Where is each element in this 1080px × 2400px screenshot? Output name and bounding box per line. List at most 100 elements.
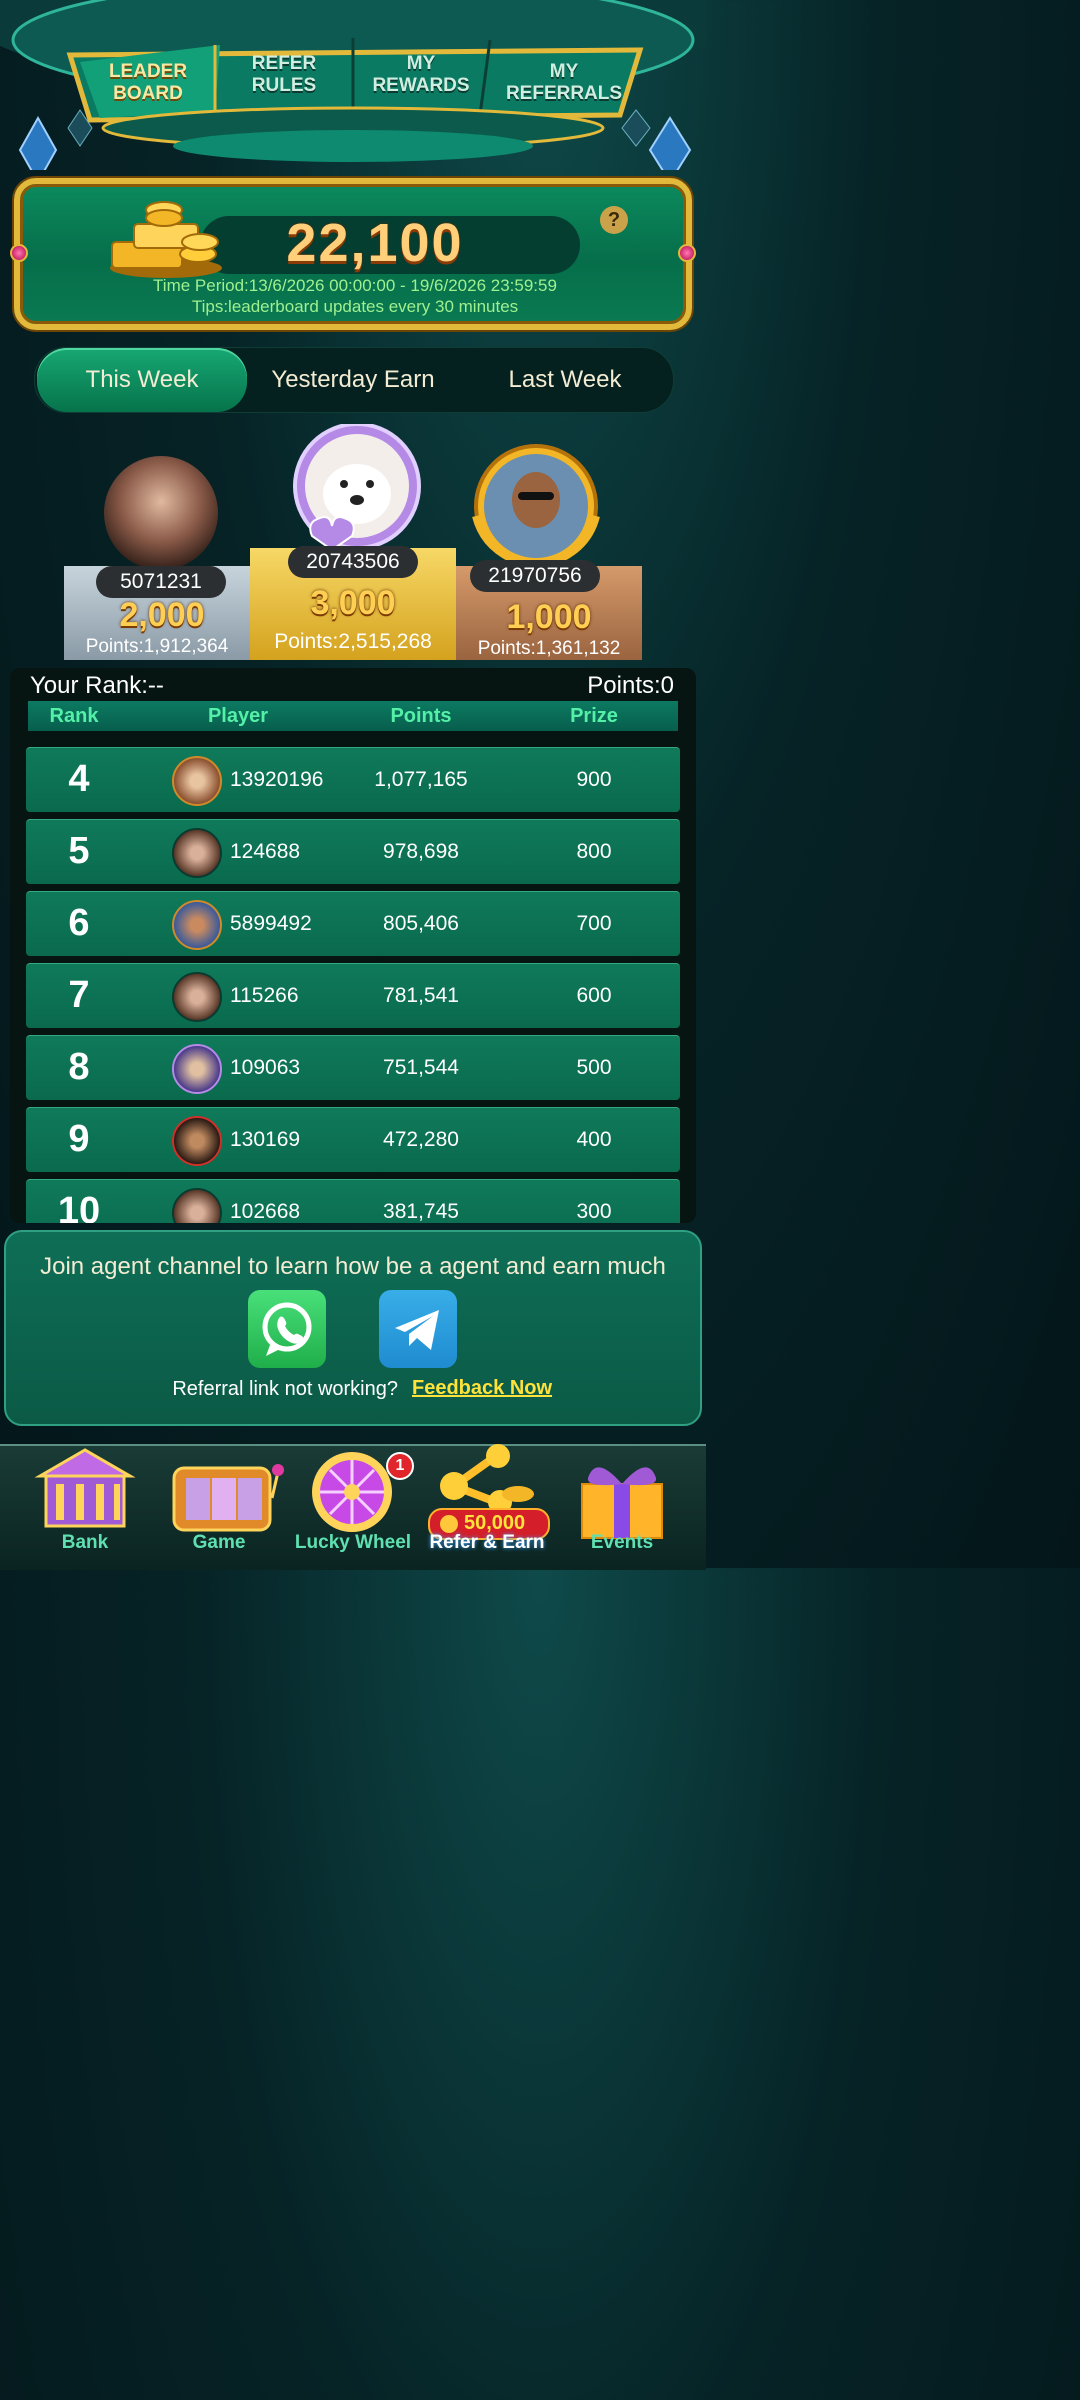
row-rank: 4 [68,758,90,800]
header-points: Points [390,705,452,727]
player-id-third: 21970756 [470,560,600,592]
nav-bank[interactable]: Bank [30,1532,140,1554]
crown-frame-icon [293,424,421,552]
period-tabs: This Week Yesterday Earn Last Week [34,347,674,413]
time-period: Time Period:13/6/2026 00:00:00 - 19/6/20… [153,276,557,295]
tab-my-referrals-line1: MY [549,61,579,82]
tab-last-week[interactable]: Last Week [465,348,665,412]
tab-refer-rules-line1: REFER [251,53,317,74]
row-avatar [172,900,222,950]
gem-icon [678,244,696,262]
tab-leaderboard-line2: BOARD [113,83,183,104]
gem-icon [10,244,28,262]
table-row[interactable]: 9 130169 472,280 400 [26,1107,680,1172]
tab-leaderboard-line1: LEADER [108,61,188,82]
laurel-frame-icon [472,444,600,568]
row-prize: 400 [576,1128,612,1151]
join-text: Join agent channel to learn how be a age… [40,1253,666,1280]
row-rank: 6 [68,902,90,944]
slot-machine-icon [172,1464,284,1532]
row-avatar [172,972,222,1022]
tab-this-week[interactable]: This Week [37,348,247,412]
tab-my-rewards-line1: MY [406,53,436,74]
nav-refer-earn[interactable]: Refer & Earn [414,1532,560,1554]
help-icon[interactable]: ? [600,206,628,234]
table-row[interactable]: 6 5899492 805,406 700 [26,891,680,956]
row-player: 115266 [230,984,299,1007]
points-second: Points:1,912,364 [85,636,229,657]
total-score: 22,100 [286,213,464,273]
row-rank: 8 [68,1046,90,1088]
row-points: 751,544 [383,1056,459,1079]
tab-refer-rules-line2: RULES [251,75,317,96]
row-rank: 7 [68,974,90,1016]
nav-lucky-wheel[interactable]: Lucky Wheel [286,1532,420,1554]
referral-question: Referral link not working? [172,1378,398,1400]
row-player: 13920196 [230,768,324,791]
header-rank: Rank [49,705,99,727]
player-id-second: 5071231 [96,566,226,598]
tab-leaderboard[interactable]: LEADER BOARD [96,58,200,108]
feedback-link[interactable]: Feedback Now [412,1377,552,1400]
row-prize: 700 [576,912,612,935]
table-row-clip: 10 102668 381,745 300 [26,1179,680,1223]
row-prize: 600 [576,984,612,1007]
row-points: 978,698 [383,840,459,863]
table-row[interactable]: 4 13920196 1,077,165 900 [26,747,680,812]
row-rank: 9 [68,1118,90,1160]
tab-my-rewards-line2: REWARDS [372,75,470,96]
lucky-wheel-badge: 1 [386,1452,414,1480]
whatsapp-button[interactable] [248,1290,326,1368]
tips-text: Tips:leaderboard updates every 30 minute… [191,297,519,316]
row-player: 102668 [230,1200,301,1223]
row-prize: 900 [576,768,612,791]
row-player: 130169 [230,1128,301,1151]
player-id-first: 20743506 [288,546,418,578]
prize-second: 2,000 [119,596,205,634]
points-third: Points:1,361,132 [477,638,621,659]
whatsapp-icon [262,1302,312,1356]
row-avatar [172,1188,222,1223]
tab-my-referrals-line2: REFERRALS [505,83,623,104]
row-player: 124688 [230,840,301,863]
row-prize: 800 [576,840,612,863]
row-points: 472,280 [383,1128,459,1151]
tab-my-referrals[interactable]: MY REFERRALS [496,58,632,108]
prize-third: 1,000 [506,598,592,636]
row-avatar [172,1044,222,1094]
coin-icon [440,1515,458,1533]
table-header: Rank Player Points Prize [28,701,678,731]
table-row[interactable]: 10 102668 381,745 300 [26,1179,680,1223]
table-row[interactable]: 5 124688 978,698 800 [26,819,680,884]
row-player: 5899492 [230,912,312,935]
row-points: 805,406 [383,912,459,935]
prize-first: 3,000 [310,584,396,622]
telegram-icon [395,1310,439,1350]
row-avatar [172,828,222,878]
tab-my-rewards[interactable]: MY REWARDS [362,50,480,100]
bank-icon [34,1448,136,1528]
row-rank: 5 [68,830,90,872]
table-row[interactable]: 7 115266 781,541 600 [26,963,680,1028]
table-row[interactable]: 8 109063 751,544 500 [26,1035,680,1100]
nav-game[interactable]: Game [164,1532,274,1554]
share-icon [440,1444,534,1514]
tab-refer-rules[interactable]: REFER RULES [232,50,336,100]
row-points: 781,541 [383,984,459,1007]
nav-events[interactable]: Events [572,1532,672,1554]
row-avatar [172,756,222,806]
header-player: Player [207,705,269,727]
tab-yesterday-earn[interactable]: Yesterday Earn [255,348,451,412]
your-points: Points:0 [587,672,674,699]
header-prize: Prize [570,705,618,727]
avatar-second [104,456,218,570]
your-rank: Your Rank:-- [30,672,164,699]
row-points: 381,745 [383,1200,459,1223]
row-rank: 10 [57,1190,101,1223]
row-points: 1,077,165 [374,768,468,791]
row-prize: 300 [576,1200,612,1223]
gold-coins-icon [110,201,222,278]
row-player: 109063 [230,1056,301,1079]
telegram-button[interactable] [379,1290,457,1368]
gift-icon [581,1467,663,1539]
